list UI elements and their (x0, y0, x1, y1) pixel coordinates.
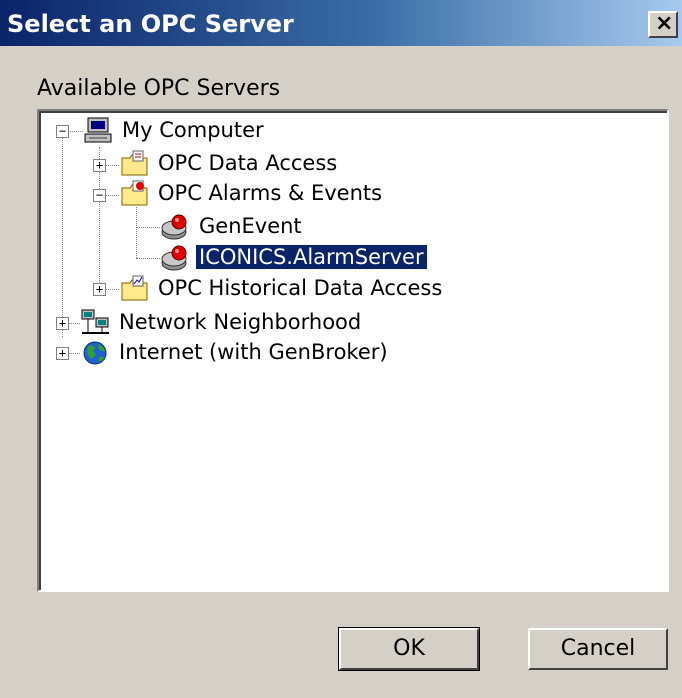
expand-network-toggle[interactable]: + (56, 317, 69, 330)
network-icon (80, 308, 112, 338)
tree-node-label: OPC Alarms & Events (158, 181, 383, 205)
available-servers-label: Available OPC Servers (37, 76, 281, 101)
tree-node-label: OPC Data Access (158, 151, 338, 175)
globe-icon (80, 338, 112, 368)
tree-node-label: Network Neighborhood (119, 310, 362, 334)
expand-data-access-toggle[interactable]: + (93, 159, 106, 172)
tree-node-label: My Computer (122, 118, 264, 142)
folder-icon (119, 179, 151, 209)
server-tree[interactable]: − + − + + + My Computer OPC Data Access … (37, 109, 669, 592)
folder-icon (119, 149, 151, 179)
cancel-button[interactable]: Cancel (528, 628, 668, 670)
collapse-alarms-events-toggle[interactable]: − (93, 189, 106, 202)
collapse-my-computer-toggle[interactable]: − (56, 125, 69, 138)
expand-historical-toggle[interactable]: + (93, 283, 106, 296)
computer-icon (83, 116, 115, 146)
tree-node-label: OPC Historical Data Access (158, 276, 443, 300)
expand-internet-toggle[interactable]: + (56, 347, 69, 360)
ok-button[interactable]: OK (338, 627, 480, 671)
window-title: Select an OPC Server (7, 10, 294, 38)
tree-node-label: Internet (with GenBroker) (119, 340, 388, 364)
tree-node-label-selected: ICONICS.AlarmServer (195, 244, 428, 270)
close-button[interactable]: × (648, 11, 678, 38)
alarm-server-icon (160, 243, 192, 273)
title-bar[interactable]: Select an OPC Server × (0, 0, 682, 46)
close-icon: × (655, 11, 674, 36)
alarm-server-icon (160, 212, 192, 242)
tree-node-label: GenEvent (199, 214, 302, 238)
folder-icon (119, 274, 151, 304)
